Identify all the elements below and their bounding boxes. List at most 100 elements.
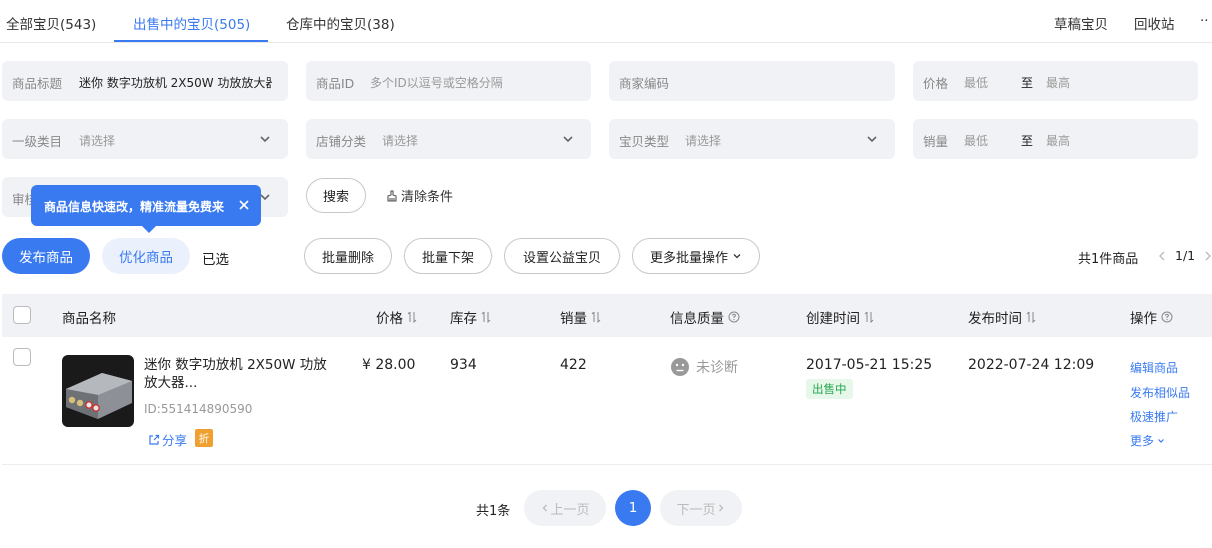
optimize-product-button[interactable]: 优化商品 — [102, 238, 190, 274]
id-filter[interactable]: 商品ID 多个ID以逗号或空格分隔 — [306, 61, 591, 101]
edit-product-link[interactable]: 编辑商品 — [1130, 359, 1178, 376]
shop-category-label: 店铺分类 — [316, 134, 367, 149]
help-icon[interactable] — [1161, 311, 1173, 323]
chevron-left-icon[interactable] — [1157, 250, 1167, 262]
col-price[interactable]: 价格 — [376, 307, 417, 327]
sort-icon — [1026, 311, 1036, 323]
tab-all-items[interactable]: 全部宝贝(543) — [6, 13, 96, 33]
price-filter[interactable]: 价格 最低 至 最高 — [913, 61, 1198, 101]
item-type-placeholder: 请选择 — [685, 134, 722, 148]
col-product-name: 商品名称 — [62, 307, 116, 327]
tab-warehouse[interactable]: 仓库中的宝贝(38) — [286, 13, 395, 33]
total-count-label: 共1条 — [476, 504, 511, 519]
select-all-checkbox[interactable] — [13, 306, 31, 324]
price-value: ¥ 28.00 — [362, 357, 416, 373]
col-price-label: 价格 — [376, 311, 403, 327]
merchant-code-filter[interactable]: 商家编码 — [609, 61, 895, 101]
id-filter-input[interactable]: 多个ID以逗号或空格分隔 — [370, 74, 503, 91]
chevron-down-icon — [260, 136, 270, 143]
product-title-link[interactable]: 迷你 数字功放机 2X50W 功放放大器... — [144, 356, 329, 392]
title-filter-input[interactable]: 迷你 数字功放机 2X50W 功放放大器 — [79, 74, 272, 91]
selected-count-label: 已选 — [202, 252, 229, 268]
next-page-button[interactable]: 下一页 — [660, 490, 742, 526]
title-filter-label: 商品标题 — [12, 76, 63, 91]
chevron-left-icon — [543, 504, 548, 512]
set-charity-button[interactable]: 设置公益宝贝 — [504, 238, 620, 274]
table-header: 商品名称 价格 库存 销量 信息质量 创建时间 发布时间 操作 — [2, 294, 1212, 337]
promo-tooltip: 商品信息快速改，精准流量免费来 — [31, 185, 261, 233]
search-button[interactable]: 搜索 — [306, 178, 366, 213]
share-button[interactable]: 分享 — [148, 430, 187, 449]
category-select[interactable]: 一级类目 请选择 — [2, 119, 288, 159]
drafts-link[interactable]: 草稿宝贝 — [1054, 13, 1108, 33]
price-range-separator: 至 — [1021, 76, 1034, 90]
price-filter-label: 价格 — [923, 76, 949, 91]
chevron-down-icon — [867, 136, 877, 143]
tab-on-sale[interactable]: 出售中的宝贝(505) — [133, 13, 250, 33]
close-icon[interactable] — [237, 198, 251, 212]
clear-conditions-label: 清除条件 — [401, 190, 454, 205]
col-sales[interactable]: 销量 — [560, 307, 601, 327]
prev-page-button[interactable]: 上一页 — [524, 490, 606, 526]
col-ops-label: 操作 — [1130, 311, 1157, 327]
more-batch-actions-label: 更多批量操作 — [649, 250, 728, 266]
col-published-label: 发布时间 — [968, 311, 1022, 327]
shop-category-select[interactable]: 店铺分类 请选择 — [306, 119, 591, 159]
sort-icon — [481, 311, 491, 323]
created-time: 2017-05-21 15:25 — [806, 357, 933, 373]
sales-min-input[interactable]: 最低 — [964, 132, 988, 149]
sales-value: 422 — [560, 357, 587, 373]
sales-filter[interactable]: 销量 最低 至 最高 — [913, 119, 1198, 159]
col-stock-label: 库存 — [450, 311, 477, 327]
sort-icon — [407, 311, 417, 323]
quick-promote-link[interactable]: 极速推广 — [1130, 408, 1178, 425]
batch-delist-button[interactable]: 批量下架 — [404, 238, 492, 274]
more-ops-link[interactable]: 更多 — [1130, 432, 1165, 449]
col-stock[interactable]: 库存 — [450, 307, 491, 327]
recycle-bin-link[interactable]: 回收站 — [1134, 13, 1175, 33]
item-type-select[interactable]: 宝贝类型 请选择 — [609, 119, 895, 159]
col-product-name-label: 商品名称 — [62, 311, 116, 327]
more-batch-actions-button[interactable]: 更多批量操作 — [632, 238, 760, 274]
sales-filter-label: 销量 — [923, 134, 949, 149]
active-tab-indicator — [114, 40, 268, 42]
share-icon — [149, 434, 160, 445]
publish-product-button[interactable]: 发布商品 — [2, 238, 90, 274]
next-page-label: 下一页 — [676, 502, 716, 518]
publish-similar-link[interactable]: 发布相似品 — [1130, 384, 1190, 401]
prev-page-label: 上一页 — [550, 502, 590, 518]
row-checkbox[interactable] — [13, 348, 31, 366]
title-filter[interactable]: 商品标题 迷你 数字功放机 2X50W 功放放大器 — [2, 61, 288, 101]
price-max-input[interactable]: 最高 — [1046, 74, 1070, 91]
product-count-label: 共1件商品 — [1078, 252, 1139, 267]
sort-icon — [864, 311, 874, 323]
neutral-face-icon — [671, 358, 689, 376]
broom-icon — [387, 189, 397, 202]
current-page-button[interactable]: 1 — [615, 490, 651, 526]
col-published[interactable]: 发布时间 — [968, 307, 1036, 327]
col-ops: 操作 — [1130, 307, 1173, 327]
id-filter-label: 商品ID — [316, 76, 355, 91]
batch-delete-button[interactable]: 批量删除 — [304, 238, 392, 274]
discount-badge: 折 — [195, 429, 213, 447]
sort-icon — [591, 311, 601, 323]
chevron-down-icon — [1158, 438, 1164, 443]
col-sales-label: 销量 — [560, 311, 587, 327]
more-icon[interactable]: ·· — [1200, 13, 1209, 29]
product-id: ID:551414890590 — [144, 402, 253, 416]
category-label: 一级类目 — [12, 134, 63, 149]
chevron-right-icon[interactable] — [1203, 250, 1212, 262]
help-icon[interactable] — [728, 311, 740, 323]
item-type-label: 宝贝类型 — [619, 134, 670, 149]
col-created[interactable]: 创建时间 — [806, 307, 874, 327]
merchant-code-label: 商家编码 — [619, 76, 670, 91]
price-min-input[interactable]: 最低 — [964, 74, 988, 91]
chevron-right-icon — [718, 504, 723, 512]
category-placeholder: 请选择 — [79, 134, 116, 148]
stock-value: 934 — [450, 357, 477, 373]
sales-max-input[interactable]: 最高 — [1046, 132, 1070, 149]
share-label: 分享 — [162, 433, 188, 448]
product-thumbnail[interactable] — [62, 355, 134, 427]
quality-status: 未诊断 — [670, 357, 738, 377]
clear-conditions-button[interactable]: 清除条件 — [385, 186, 453, 205]
